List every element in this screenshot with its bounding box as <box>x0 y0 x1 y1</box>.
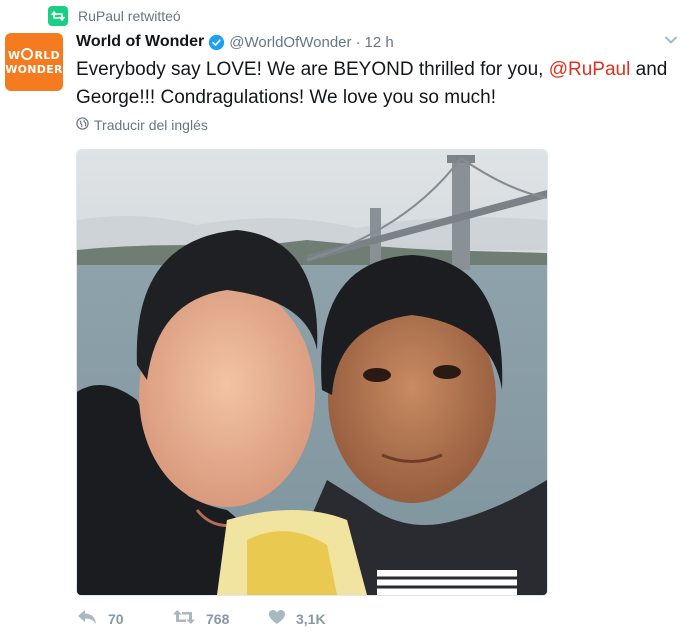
tweet-photo[interactable] <box>76 149 548 596</box>
avatar-logo-line-2: WONDER <box>5 62 63 76</box>
avatar[interactable]: W RLD WONDER <box>5 33 63 91</box>
verified-badge-icon <box>208 34 225 51</box>
like-button[interactable]: 3,1K <box>268 609 326 628</box>
mention-link[interactable]: @RuPaul <box>549 59 631 80</box>
avatar-logo-line-1: W RLD <box>8 47 60 62</box>
like-count: 3,1K <box>296 610 326 627</box>
retweet-action-icon <box>172 609 196 628</box>
author-name[interactable]: World of Wonder <box>76 33 204 51</box>
retweet-label[interactable]: RuPaul retwitteó <box>78 8 181 24</box>
tweet-text: Everybody say LOVE! We are BEYOND thrill… <box>76 56 684 112</box>
translate-label: Traducir del inglés <box>94 117 208 133</box>
reply-button[interactable]: 70 <box>76 609 172 628</box>
retweet-context: RuPaul retwitteó <box>48 6 181 26</box>
retweet-icon <box>48 6 68 26</box>
chevron-down-icon[interactable] <box>664 33 678 52</box>
globe-icon <box>76 117 89 133</box>
tweet-text-part-1: Everybody say LOVE! We are BEYOND thrill… <box>76 59 549 80</box>
retweet-button[interactable]: 768 <box>172 609 268 628</box>
retweet-count: 768 <box>206 610 230 627</box>
tweet-actions: 70 768 3,1K <box>76 609 326 628</box>
selfie-image <box>77 150 547 595</box>
tweet-header: World of Wonder @WorldOfWonder · 12 h <box>76 31 678 53</box>
separator: · <box>355 33 361 51</box>
reply-count: 70 <box>108 610 124 627</box>
heart-icon <box>268 609 286 628</box>
translate-link[interactable]: Traducir del inglés <box>76 117 208 133</box>
reply-icon <box>76 609 98 628</box>
author-handle[interactable]: @WorldOfWonder <box>229 34 351 51</box>
timestamp[interactable]: 12 h <box>365 34 394 51</box>
